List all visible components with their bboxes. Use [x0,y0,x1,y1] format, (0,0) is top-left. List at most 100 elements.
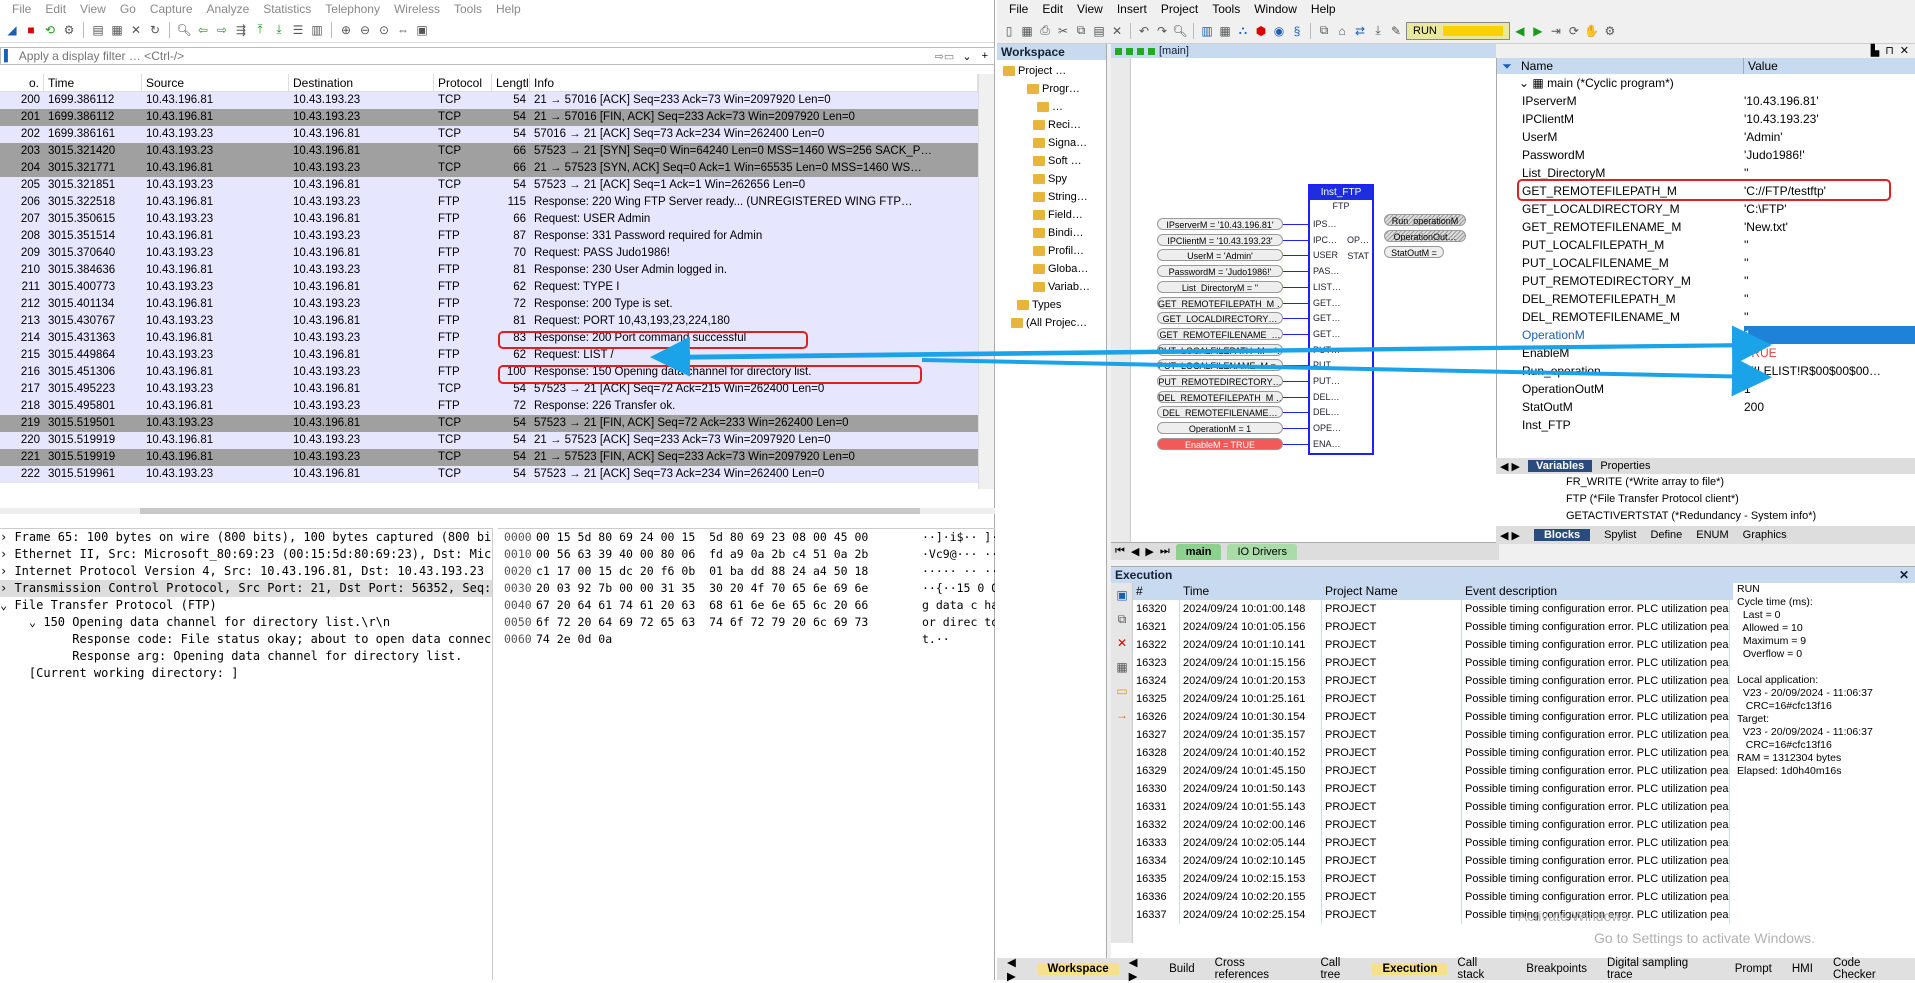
packet-row[interactable]: 202 1699.386161 10.43.193.23 10.43.196.81 TC… [0,126,978,143]
refresh-icon[interactable]: ⟳ [1566,23,1582,39]
ide-menu-file[interactable]: File [1003,2,1036,16]
variable-row[interactable]: OperationM 1 [1497,326,1915,344]
menu-help[interactable]: Help [490,2,529,16]
ide-menu-window[interactable]: Window [1248,2,1305,16]
connect-icon[interactable]: ⇄ [1352,23,1368,39]
bottom-tab-hmi[interactable]: HMI [1782,963,1823,975]
tree-item[interactable]: String… [997,188,1106,206]
detail-line[interactable]: Response code: File status okay; about t… [0,631,492,648]
tab-properties[interactable]: Properties [1600,460,1650,472]
resize-columns-icon[interactable]: ⇔ [395,22,411,38]
filter-dropdown-icon[interactable]: ⌄ [958,50,975,63]
variable-row[interactable]: EnableM TRUE [1497,344,1915,362]
fb-inst-ftp[interactable]: Inst_FTP FTP IPS… IPC… USER PAS… LIST… GET… GE… [1308,184,1374,455]
restart-capture-icon[interactable]: ⟲ [42,22,58,38]
input-pin[interactable]: GET_LOCALDIRECTORY… [1157,312,1283,325]
input-pin[interactable]: IPserverM = '10.43.196.81' [1157,218,1283,230]
block-item[interactable]: GETACTIVERTSTAT (*Redundancy - System in… [1496,508,1915,525]
variable-row[interactable]: DEL_REMOTEFILEPATH_M '' [1497,290,1915,308]
menu-statistics[interactable]: Statistics [257,2,319,16]
menu-edit[interactable]: Edit [39,2,74,16]
ide-menu-project[interactable]: Project [1155,2,1206,16]
input-pin[interactable]: PUT_LOCALFILENAME_M = … [1157,359,1283,372]
packet-list-scrollbar[interactable] [978,74,994,489]
undo-icon[interactable]: ↶ [1136,23,1152,39]
colorize-icon[interactable]: ▥ [309,22,325,38]
packet-row[interactable]: 211 3015.400773 10.43.193.23 10.43.196.81 FT… [0,279,978,296]
col-value[interactable]: Value [1744,58,1778,74]
autoscroll-icon[interactable]: ☰ [290,22,306,38]
input-pin[interactable]: UserM = 'Admin' [1157,249,1283,262]
variable-row[interactable]: PasswordM 'Judo1986!' [1497,146,1915,164]
packet-row[interactable]: 212 3015.401134 10.43.196.81 10.43.193.23 FT… [0,296,978,313]
exec-filter-icon[interactable]: ▣ [1114,587,1130,603]
exec-clear-icon[interactable]: ✕ [1114,635,1130,651]
packet-row[interactable]: 219 3015.519501 10.43.193.23 10.43.196.81 TC… [0,415,978,432]
tree-item[interactable]: (All Projec… [997,314,1106,332]
variable-row[interactable]: Run_operation… 'FILELIST!R$00$00$00… [1497,362,1915,380]
find-icon[interactable]: 🔍︎ [1172,23,1188,39]
tree-item[interactable]: Spy [997,170,1106,188]
menu-wireless[interactable]: Wireless [388,2,448,16]
network-icon[interactable]: ⛬ [1235,23,1251,39]
tab-graphics[interactable]: Graphics [1743,529,1787,541]
output-pin[interactable]: OperationOut… [1384,230,1466,242]
debug-icon[interactable]: ⬢ [1253,23,1269,39]
zoom-in-icon[interactable]: ⊕ [338,22,354,38]
bottom-tab-prompt[interactable]: Prompt [1725,963,1782,975]
apply-filter-icon[interactable]: ⇨▭ [931,50,959,63]
menu-view[interactable]: View [74,2,114,16]
ide-menu-insert[interactable]: Insert [1111,2,1155,16]
output-pin[interactable]: Run_operationM [1384,214,1466,226]
exec-column-header[interactable]: # [1133,583,1180,600]
exec-save-icon[interactable]: ▦ [1114,659,1130,675]
home-icon[interactable]: ⌂ [1334,23,1350,39]
close-exec-icon[interactable]: ✕ [1899,567,1909,583]
hand-icon[interactable]: ✋ [1584,23,1600,39]
bottom-tab-breakpoints[interactable]: Breakpoints [1516,963,1597,975]
add-filter-icon[interactable]: + [976,50,994,62]
packet-row[interactable]: 221 3015.519919 10.43.196.81 10.43.193.23 TC… [0,449,978,466]
packet-row[interactable]: 208 3015.351514 10.43.196.81 10.43.193.23 FT… [0,228,978,245]
ide-menu-view[interactable]: View [1071,2,1111,16]
variable-row[interactable]: StatOutM 200 [1497,398,1915,416]
variable-row[interactable]: OperationOutM 1 [1497,380,1915,398]
tab-spylist[interactable]: Spylist [1604,529,1636,541]
variable-row[interactable]: GET_LOCALDIRECTORY_M 'C:\FTP' [1497,200,1915,218]
redo-icon[interactable]: ↷ [1154,23,1170,39]
tree-item[interactable]: Project … [997,62,1106,80]
variable-row[interactable]: DEL_REMOTEFILENAME_M '' [1497,308,1915,326]
zoom-reset-icon[interactable]: ⊙ [376,22,392,38]
detail-line[interactable]: ⌄ 150 Opening data channel for directory… [0,614,492,631]
zoom-out-icon[interactable]: ⊖ [357,22,373,38]
cut-icon[interactable]: ✂ [1055,23,1071,39]
input-pin[interactable]: PUT_REMOTEDIRECTORY… [1157,375,1283,387]
input-pin[interactable]: List_DirectoryM = '' [1157,280,1283,293]
bottom-tab-cross-references[interactable]: Cross references [1205,957,1311,981]
step-right-icon[interactable]: ▶ [1530,23,1546,39]
bottom-tab-call-stack[interactable]: Call stack [1447,957,1516,981]
input-pin[interactable]: DEL_REMOTEFILEPATH_M … [1157,390,1283,403]
column-header[interactable]: Time [44,74,142,92]
exec-column-header[interactable]: Time [1180,583,1322,600]
nav-prev-icon[interactable]: ◀ [1131,545,1139,558]
bookmark-icon[interactable]: ▌ [1,50,15,62]
packet-row[interactable]: 209 3015.370640 10.43.193.23 10.43.196.81 FT… [0,245,978,262]
detail-line[interactable]: Response arg: Opening data channel for d… [0,648,492,665]
exec-goto-icon[interactable]: → [1114,707,1130,723]
packet-row[interactable]: 210 3015.384636 10.43.196.81 10.43.193.23 FT… [0,262,978,279]
shark-fin-icon[interactable]: ◢ [4,22,20,38]
step-into-icon[interactable]: ⇥ [1548,23,1564,39]
nav-last-icon[interactable]: ⏭ [1160,545,1170,558]
open-file-icon[interactable]: ▤ [90,22,106,38]
go-back-icon[interactable]: ⇦ [195,22,211,38]
new-file-icon[interactable]: ▯ [1001,23,1017,39]
column-header[interactable]: Lengtl [492,74,530,92]
reload-icon[interactable]: ↻ [147,22,163,38]
input-pin[interactable]: EnableM = TRUE [1157,437,1283,450]
pin-icon[interactable]: ⊓ [1885,44,1894,58]
exec-copy-icon[interactable]: ⧉ [1114,611,1130,627]
col-name[interactable]: Name [1517,58,1744,74]
save-icon[interactable]: ▦ [1019,23,1035,39]
input-pin[interactable]: IPClientM = '10.43.193.23' [1157,233,1283,246]
